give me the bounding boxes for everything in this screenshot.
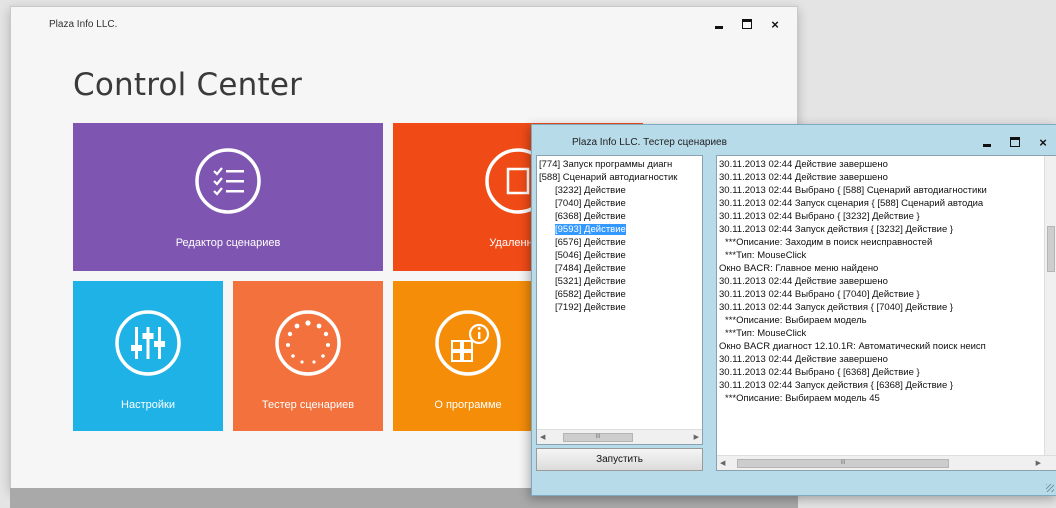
tree-item-label: [6582] Действие — [555, 289, 626, 300]
log-line: ***Описание: Выбираем модель 45 — [725, 393, 880, 404]
tile-label: Редактор сценариев — [175, 237, 281, 249]
tree-item[interactable]: [7484] Действие — [537, 262, 702, 275]
maximize-button[interactable] — [1001, 131, 1029, 153]
log-line: ***Тип: MouseClick — [725, 328, 807, 339]
tree-item[interactable]: [774] Запуск программы диагн — [537, 158, 702, 171]
scroll-right-icon[interactable]: ▶ — [1036, 457, 1041, 470]
log-horizontal-scrollbar[interactable]: ◀ III ▶ — [717, 455, 1056, 470]
tree-item[interactable]: [6576] Действие — [537, 236, 702, 249]
close-icon: × — [1039, 134, 1047, 150]
minimize-button[interactable] — [973, 131, 1001, 153]
log-line: Окно BACR: Главное меню найдено — [719, 263, 879, 274]
log-line: Окно BACR диагност 12.10.1R: Автоматичес… — [719, 341, 986, 352]
log-list: 30.11.2013 02:44 Действие завершено 30.11… — [717, 156, 1056, 405]
maximize-icon — [1010, 137, 1020, 147]
tree-item-label: [6576] Действие — [555, 237, 626, 248]
info-icon — [435, 310, 501, 376]
minimize-button[interactable] — [705, 13, 733, 35]
tree-item[interactable]: [5046] Действие — [537, 249, 702, 262]
progress-ring-icon — [275, 310, 341, 376]
tree-item[interactable]: [3232] Действие — [537, 184, 702, 197]
close-button[interactable]: × — [1029, 131, 1056, 153]
log-line: 30.11.2013 02:44 Выбрано { [6368] Действ… — [719, 367, 920, 378]
log-line: 30.11.2013 02:44 Выбрано { [3232] Действ… — [719, 211, 920, 222]
scenario-tester-tile[interactable]: Тестер сценариев — [233, 281, 383, 431]
log-line: 30.11.2013 02:44 Запуск действия { [3232… — [719, 224, 954, 235]
tree-item[interactable]: [588] Сценарий автодиагностик — [537, 171, 702, 184]
scroll-thumb[interactable] — [1047, 226, 1055, 272]
log-line: 30.11.2013 02:44 Действие завершено — [719, 354, 888, 365]
log-line: 30.11.2013 02:44 Запуск действия { [6368… — [719, 380, 954, 391]
window-title: Plaza Info LLC. Тестер сценариев — [572, 137, 727, 148]
tile-label: Тестер сценариев — [261, 399, 355, 411]
log-line: 30.11.2013 02:44 Действие завершено — [719, 159, 888, 170]
run-button[interactable]: Запустить — [536, 448, 703, 471]
window-controls: × — [705, 13, 789, 35]
tree-item-label: [5046] Действие — [555, 250, 626, 261]
scroll-right-icon[interactable]: ▶ — [694, 431, 699, 444]
tile-label: Настройки — [121, 399, 175, 411]
tree-list: [774] Запуск программы диагн [588] Сценар… — [537, 156, 702, 314]
tree-item[interactable]: [5321] Действие — [537, 275, 702, 288]
scenario-tree[interactable]: [774] Запуск программы диагн [588] Сценар… — [536, 155, 703, 445]
scenario-tester-window: Plaza Info LLC. Тестер сценариев × [774]… — [531, 124, 1056, 496]
log-line: ***Описание: Выбираем модель — [725, 315, 867, 326]
log-line: 30.11.2013 02:44 Выбрано { [588] Сценари… — [719, 185, 987, 196]
tree-item[interactable]: [7040] Действие — [537, 197, 702, 210]
tree-item-label: [7040] Действие — [555, 198, 626, 209]
minimize-icon — [983, 143, 991, 147]
tree-item[interactable]: [6368] Действие — [537, 210, 702, 223]
close-icon: × — [771, 16, 779, 32]
tree-item[interactable]: [7192] Действие — [537, 301, 702, 314]
scroll-left-icon[interactable]: ◀ — [720, 457, 725, 470]
close-button[interactable]: × — [761, 13, 789, 35]
checklist-icon — [195, 148, 261, 214]
window-title: Plaza Info LLC. — [49, 19, 118, 30]
scenario-editor-tile[interactable]: Редактор сценариев — [73, 123, 383, 271]
resize-grip[interactable] — [1046, 484, 1054, 492]
tree-item-label: [5321] Действие — [555, 276, 626, 287]
log-output[interactable]: 30.11.2013 02:44 Действие завершено 30.11… — [716, 155, 1056, 471]
log-line: ***Тип: MouseClick — [725, 250, 807, 261]
tree-item-label: [588] Сценарий автодиагностик — [539, 172, 678, 183]
tree-item[interactable]: [9593] Действие — [537, 223, 702, 236]
log-line: ***Описание: Заходим в поиск неисправнос… — [725, 237, 933, 248]
minimize-icon — [715, 25, 723, 29]
log-line: 30.11.2013 02:44 Запуск действия { [7040… — [719, 302, 954, 313]
tree-item[interactable]: [6582] Действие — [537, 288, 702, 301]
tree-item-label: [7484] Действие — [555, 263, 626, 274]
tree-item-label: [9593] Действие — [555, 224, 626, 235]
log-line: 30.11.2013 02:44 Действие завершено — [719, 276, 888, 287]
scroll-thumb[interactable]: III — [563, 433, 633, 442]
log-line: 30.11.2013 02:44 Запуск сценария { [588]… — [719, 198, 984, 209]
tree-item-label: [6368] Действие — [555, 211, 626, 222]
settings-tile[interactable]: Настройки — [73, 281, 223, 431]
app-title: Control Center — [73, 67, 303, 103]
log-line: 30.11.2013 02:44 Действие завершено — [719, 172, 888, 183]
log-vertical-scrollbar[interactable] — [1044, 156, 1056, 456]
maximize-icon — [742, 19, 752, 29]
window-controls: × — [973, 131, 1056, 153]
tree-item-label: [7192] Действие — [555, 302, 626, 313]
about-tile[interactable]: О программе — [393, 281, 543, 431]
tree-horizontal-scrollbar[interactable]: ◀ III ▶ — [537, 429, 702, 444]
scroll-thumb[interactable]: III — [737, 459, 949, 468]
scroll-left-icon[interactable]: ◀ — [540, 431, 545, 444]
tile-label: О программе — [434, 399, 502, 411]
tree-item-label: [774] Запуск программы диагн — [539, 159, 673, 170]
maximize-button[interactable] — [733, 13, 761, 35]
sliders-icon — [115, 310, 181, 376]
log-line: 30.11.2013 02:44 Выбрано { [7040] Действ… — [719, 289, 920, 300]
tree-item-label: [3232] Действие — [555, 185, 626, 196]
